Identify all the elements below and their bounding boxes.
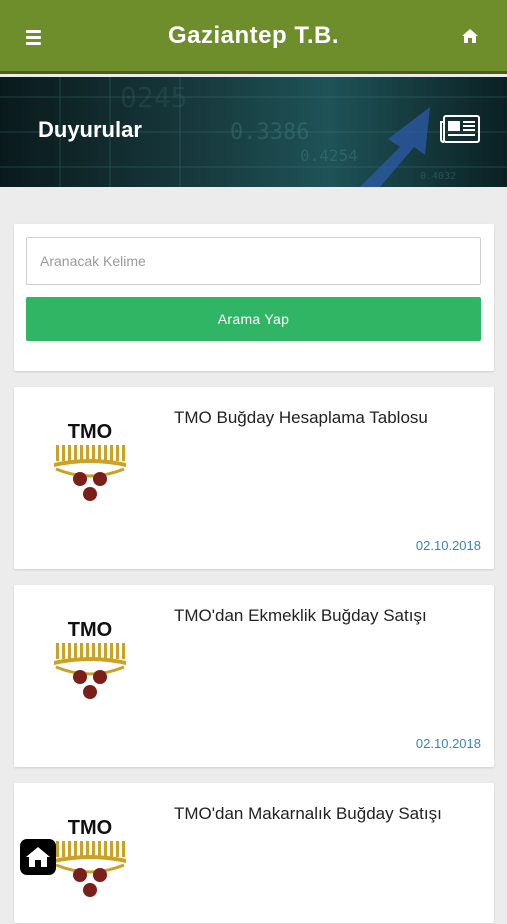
- tmo-logo: TMO: [32, 601, 148, 721]
- section-banner: 0.3386 0.4254 0245 0.4032 Duyurular: [0, 77, 507, 187]
- home-icon[interactable]: [461, 28, 479, 44]
- search-input[interactable]: [26, 237, 481, 285]
- announcement-title: TMO Buğday Hesaplama Tablosu: [174, 408, 428, 427]
- tmo-logo-text: TMO: [68, 619, 112, 641]
- scroll-home-button[interactable]: [20, 839, 56, 875]
- search-panel: Arama Yap: [14, 224, 494, 371]
- top-app-bar: Gaziantep T.B.: [0, 0, 507, 74]
- tmo-logo-text: TMO: [68, 817, 112, 839]
- svg-text:0.4254: 0.4254: [300, 146, 358, 165]
- app-title: Gaziantep T.B.: [167, 21, 340, 49]
- hamburger-menu-icon[interactable]: [26, 27, 50, 47]
- announcement-date: 02.10.2018: [415, 538, 481, 553]
- page-title: Duyurular: [38, 117, 142, 142]
- search-button[interactable]: Arama Yap: [26, 297, 481, 341]
- announcement-title: TMO'dan Makarnalık Buğday Satışı: [174, 804, 442, 823]
- newspaper-icon: [440, 115, 480, 143]
- svg-text:0.4032: 0.4032: [420, 171, 456, 182]
- announcement-card[interactable]: TMO TMO'dan Makarnalık Buğday Satışı: [14, 783, 494, 923]
- announcement-date: 02.10.2018: [415, 736, 481, 751]
- tmo-logo-text: TMO: [68, 421, 112, 443]
- announcement-card[interactable]: TMO TMO'dan Ekmeklik Buğday Satışı 02.10.2…: [14, 585, 494, 767]
- home-icon: [26, 847, 50, 867]
- announcement-card[interactable]: TMO TMO Buğday Hesaplama Tablosu 02.10.201…: [14, 387, 494, 569]
- tmo-logo: TMO: [32, 403, 148, 523]
- announcement-title: TMO'dan Ekmeklik Buğday Satışı: [174, 606, 427, 625]
